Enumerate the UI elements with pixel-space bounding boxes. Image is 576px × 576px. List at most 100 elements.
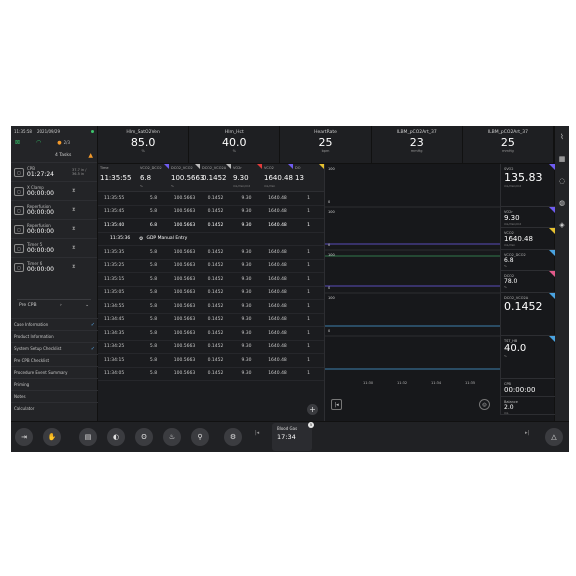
column-header[interactable]: DCO2_VCO2A 0.1452: [200, 164, 231, 191]
table-row[interactable]: 11:34:25 5.8 100.5663 0.1452 9.30 1640.48 1: [98, 341, 324, 354]
parameter-value: 85.0: [130, 136, 156, 149]
flame-icon[interactable]: ♨: [163, 428, 181, 446]
timer-button-icon[interactable]: ▢: [14, 224, 24, 234]
column-header[interactable]: VO2r 9.30 mL/min/m2: [231, 164, 262, 191]
timer-button-icon[interactable]: ▢: [14, 205, 24, 215]
table-cell: 9.30: [241, 195, 252, 201]
settings-icon[interactable]: ⚙: [224, 428, 242, 446]
checklist-item[interactable]: Notes: [11, 390, 98, 402]
trend-value-box[interactable]: CPB 00:00:00: [501, 379, 555, 397]
table-row[interactable]: 11:35:45 5.8 100.5663 0.1452 9.30 1640.48 1: [98, 206, 324, 219]
table-row[interactable]: 11:34:15 5.8 100.5663 0.1452 9.30 1640.48 1: [98, 354, 324, 368]
table-row[interactable]: 11:35:15 5.8 100.5663 0.1452 9.30 1640.48 1: [98, 273, 324, 287]
table-cell: 0.1452: [207, 209, 224, 215]
column-header[interactable]: DO 13: [293, 164, 324, 191]
timer-button-icon[interactable]: ▢: [14, 167, 24, 177]
header-parameter[interactable]: Hlm_SatO2Ven 85.0%: [98, 126, 190, 163]
table-cell: 9.30: [241, 290, 252, 296]
phase-selector[interactable]: Pre CPB › ⌄: [17, 299, 91, 310]
checklist-item[interactable]: Pre CPB Checklist: [11, 354, 98, 366]
checklist-item[interactable]: System Setup Checklist ✓: [11, 342, 98, 354]
trend-value-box[interactable]: Balance 2.0 mL: [501, 397, 555, 415]
tasks-row[interactable]: 4 Tasks ▲: [11, 148, 97, 162]
trend-value-box[interactable]: SVO2 135.83 mL/min/m2: [501, 164, 555, 207]
timer-value: 00:00:00: [27, 209, 54, 216]
trend-value-box[interactable]: VCO2_DCO2 6.8%: [501, 250, 555, 271]
clipboard-icon[interactable]: ▤: [79, 428, 97, 446]
column-unit: mL/min/m2: [233, 184, 251, 188]
table-row[interactable]: 11:35:35 5.8 100.5663 0.1452 9.30 1640.48 1: [98, 246, 324, 260]
table-cell: 0.1452: [207, 276, 224, 282]
trend-value-box[interactable]: TST_HB 40.0%: [501, 336, 555, 379]
lungs-icon[interactable]: ʘ: [135, 428, 153, 446]
trend-value-box[interactable]: DCO2_VCO2A 0.1452: [501, 293, 555, 336]
table-row[interactable]: 11:35:55 5.8 100.5663 0.1452 9.30 1640.48 1: [98, 192, 324, 206]
table-cell: 11:35:25: [104, 263, 125, 269]
column-header[interactable]: Time 11:35:55: [98, 164, 138, 191]
timer-button-icon[interactable]: ▢: [14, 262, 24, 272]
trend-value-box[interactable]: VO2r 9.30 mL/min/m2: [501, 207, 555, 228]
trend-icon[interactable]: ⌇: [555, 126, 569, 148]
badge-icon[interactable]: ◍: [555, 192, 569, 214]
timer-row[interactable]: ▢ Reperfusion 00:00:00 ⧗: [11, 200, 97, 219]
target-icon[interactable]: ◎: [479, 399, 490, 410]
table-cell: 1640.48: [268, 290, 287, 296]
table-row[interactable]: 11:34:45 5.8 100.5663 0.1452 9.30 1640.48 1: [98, 314, 324, 327]
column-header[interactable]: VCO2_DCO2 6.8%: [138, 164, 169, 191]
exit-icon[interactable]: ⇥: [15, 428, 33, 446]
drop-icon[interactable]: ◐: [107, 428, 125, 446]
axis-tick-label: 11:32: [397, 381, 408, 385]
table-cell: 11:35:55: [104, 195, 125, 201]
up-triangle-icon[interactable]: △: [545, 428, 563, 446]
trend-value-box[interactable]: VCO2 1640.48 mL/min: [501, 228, 555, 250]
table-cell: 0.1452: [207, 195, 224, 201]
hand-icon[interactable]: ✋: [43, 428, 61, 446]
timer-row[interactable]: ▢ Timer 5 00:00:00 ⧗: [11, 238, 97, 257]
timer-row[interactable]: ▢ Reperfusion 00:00:00 ⧗: [11, 219, 97, 238]
trend-value: 0.1452: [504, 300, 543, 313]
skip-start-icon[interactable]: |◂: [255, 430, 259, 436]
parameter-label: ILBM_pCO2Art_37: [396, 130, 437, 135]
table-row[interactable]: 11:35:40 6.8 100.5663 0.1452 9.30 1640.48 1: [98, 219, 324, 233]
header-parameter[interactable]: HeartRate 25 bpm: [280, 126, 372, 163]
timer-button-icon[interactable]: ▢: [14, 186, 24, 196]
table-cell: 0.1452: [207, 249, 224, 255]
column-header[interactable]: DCO2_VCO2 100.5663%: [169, 164, 204, 191]
table-row[interactable]: 11:34:05 5.8 100.5663 0.1452 9.30 1640.48 1: [98, 368, 324, 381]
table-row[interactable]: 11:34:55 5.8 100.5663 0.1452 9.30 1640.48 1: [98, 300, 324, 314]
timer-row[interactable]: ▢ CPB 01:27:24 37.7 in / 36.5 in: [11, 162, 97, 181]
table-row[interactable]: 11:34:35 5.8 100.5663 0.1452 9.30 1640.48 1: [98, 327, 324, 341]
checklist-label: System Setup Checklist: [14, 346, 62, 351]
drop-icon[interactable]: ◌: [555, 170, 569, 192]
timer-row[interactable]: ▢ Timer 6 00:00:00 ⧗: [11, 257, 97, 276]
skip-back-icon[interactable]: |◂: [331, 399, 342, 410]
parameter-label: Hlm_SatO2Ven: [126, 130, 160, 135]
pin-icon[interactable]: ⚲: [191, 428, 209, 446]
table-cell: 1: [307, 344, 310, 350]
table-cell: 5.8: [149, 344, 158, 350]
trend-value-box[interactable]: DCO2 78.0%: [501, 271, 555, 293]
header-parameter[interactable]: ILBM_pCO2Art_37 23 mmHg: [372, 126, 463, 163]
checklist-item[interactable]: Calculator: [11, 402, 98, 414]
checklist-item[interactable]: Product Information: [11, 330, 98, 342]
header-parameter[interactable]: Hlm_Hct 40.0%: [189, 126, 281, 163]
ok-icon[interactable]: ⊠: [15, 139, 20, 146]
skip-end-icon[interactable]: ▸|: [525, 430, 529, 436]
checklist-item[interactable]: Case Information ✓: [11, 318, 98, 330]
pager[interactable]: ● 2/3: [57, 139, 70, 146]
manual-entry-row[interactable]: 11:35:36 ⚙ GDP Manual Entry: [98, 233, 324, 246]
header-parameter[interactable]: ILBM_pCO2Art_37 25 mmHg: [463, 126, 555, 163]
timer-row[interactable]: ▢ X Clamp 00:00:00 ⧗: [11, 181, 97, 200]
checklist-item[interactable]: Procedure Event Summary: [11, 366, 98, 378]
parameter-unit: %: [141, 149, 145, 153]
trend-value: 00:00:00: [504, 386, 536, 394]
blood-gas-card[interactable]: Blood Gas 17:34 5: [272, 422, 314, 451]
target-icon[interactable]: ◈: [555, 214, 569, 236]
grid-icon[interactable]: ▦: [555, 148, 569, 170]
column-header[interactable]: VCO2 1640.48 mL/min: [262, 164, 293, 191]
timer-button-icon[interactable]: ▢: [14, 243, 24, 253]
table-row[interactable]: 11:35:25 5.8 100.5663 0.1452 9.30 1640.48 1: [98, 260, 324, 273]
add-button[interactable]: +: [307, 404, 318, 415]
checklist-item[interactable]: Priming: [11, 378, 98, 390]
table-row[interactable]: 11:35:05 5.8 100.5663 0.1452 9.30 1640.48 1: [98, 287, 324, 300]
